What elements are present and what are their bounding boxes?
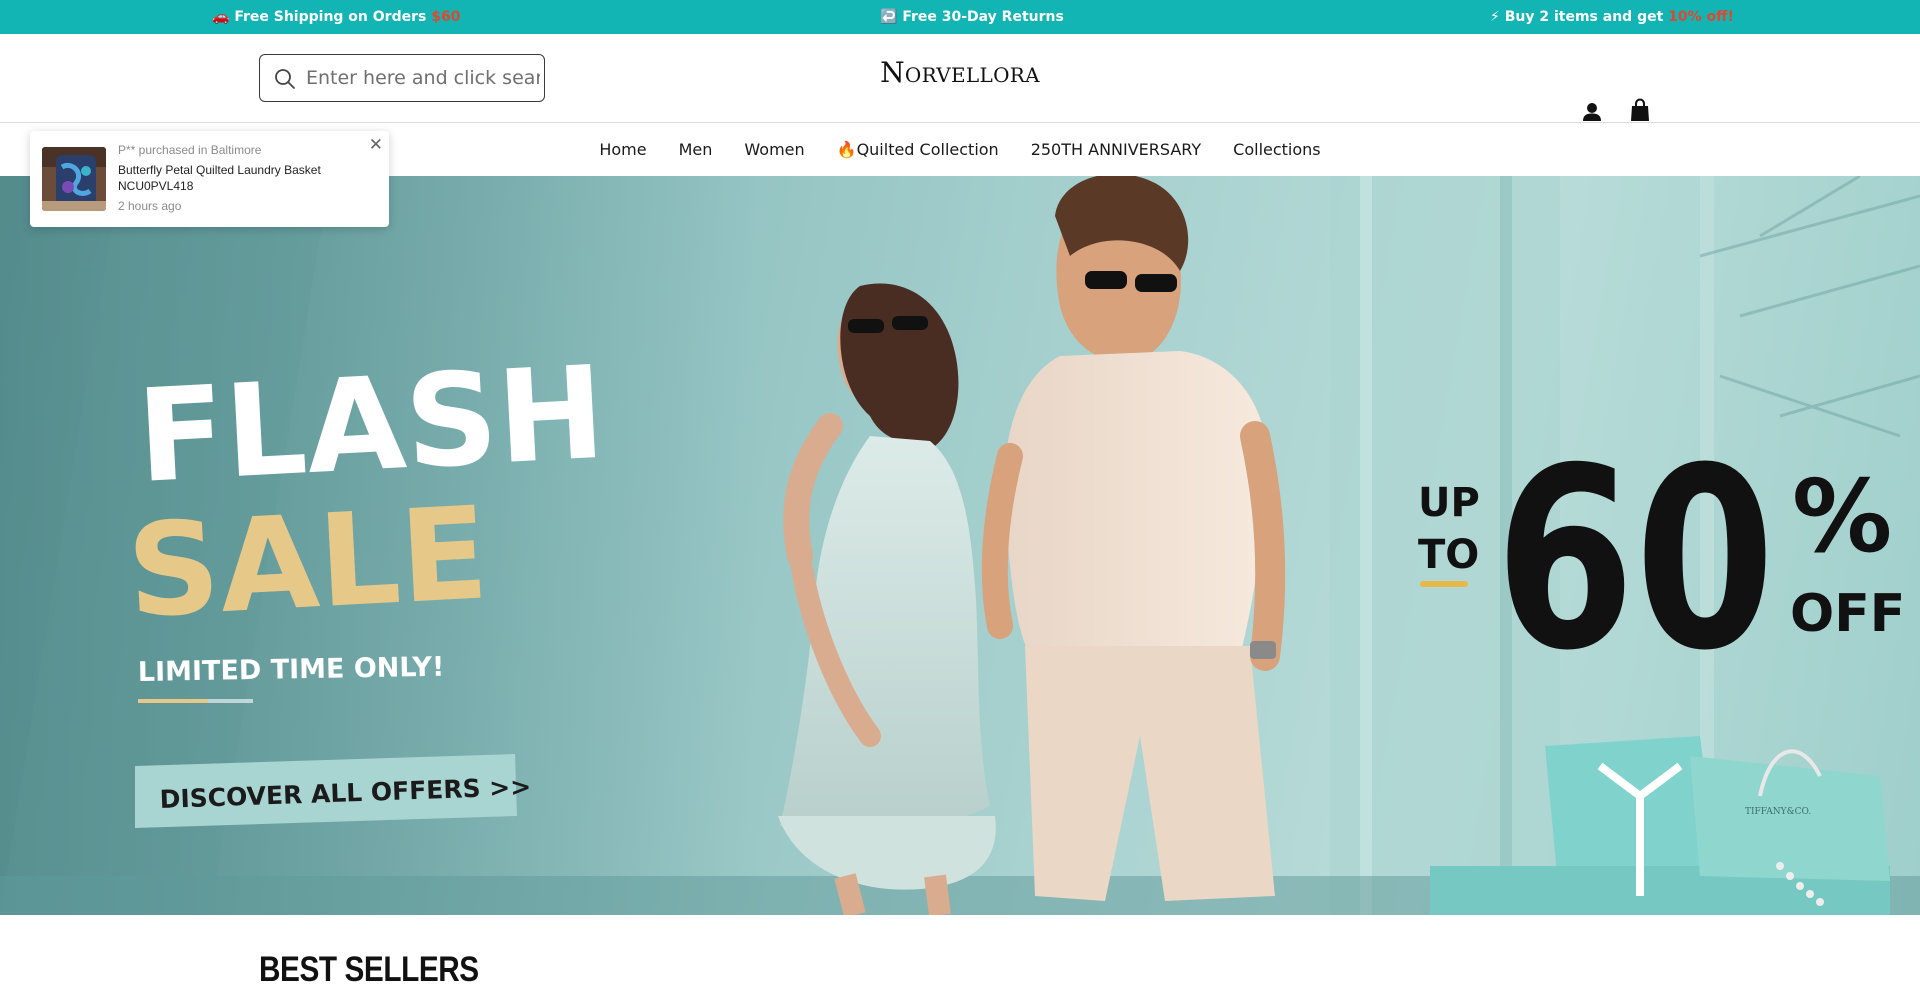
nav-item-men[interactable]: Men: [679, 140, 713, 159]
purchase-notification[interactable]: P** purchased in Baltimore Butterfly Pet…: [30, 131, 389, 227]
product-thumbnail[interactable]: [42, 147, 106, 211]
return-icon: ↩️: [880, 9, 898, 25]
hero-sale-text: SALE: [124, 479, 492, 647]
account-icon[interactable]: [1580, 100, 1604, 124]
nav-item-collections[interactable]: Collections: [1233, 140, 1320, 159]
returns-text: Free 30-Day Returns: [902, 9, 1064, 25]
hero-to-text: TO: [1418, 532, 1479, 578]
hero-illustration: TIFFANY&CO. FLASH SALE LIMITED TIME ONLY…: [0, 176, 1920, 915]
nav-item-women[interactable]: Women: [744, 140, 804, 159]
promo-text: Buy 2 items and get: [1504, 9, 1669, 25]
purchase-location: P** purchased in Baltimore: [118, 143, 262, 157]
shipping-amount: $60: [431, 9, 461, 25]
site-logo[interactable]: Norvellora: [0, 56, 1920, 89]
gift-bag-label: TIFFANY&CO.: [1745, 807, 1811, 817]
section-title: BEST SELLERS: [259, 950, 479, 989]
purchase-time: 2 hours ago: [118, 199, 182, 213]
nav-item-quilted-collection[interactable]: 🔥Quilted Collection: [837, 140, 999, 159]
car-icon: 🚗: [212, 9, 230, 25]
announcement-promo: ⚡ Buy 2 items and get 10% off!: [1490, 0, 1734, 34]
promo-discount: 10% off!: [1668, 9, 1734, 25]
announcement-bar: 🚗 Free Shipping on Orders $60 ↩️ Free 30…: [0, 0, 1920, 34]
hero-percent-value: 60: [1495, 414, 1775, 705]
shipping-text: Free Shipping on Orders: [234, 9, 432, 25]
purchase-product-name[interactable]: Butterfly Petal Quilted Laundry Basket N…: [118, 162, 358, 194]
hero-off-text: OFF: [1790, 584, 1905, 644]
hero-banner[interactable]: TIFFANY&CO. FLASH SALE LIMITED TIME ONLY…: [0, 176, 1920, 915]
hero-up-text: UP: [1418, 480, 1480, 526]
lightning-icon: ⚡: [1490, 9, 1500, 25]
cart-icon[interactable]: [1628, 98, 1652, 124]
hero-limited-text: LIMITED TIME ONLY!: [138, 652, 445, 688]
announcement-shipping: 🚗 Free Shipping on Orders $60: [212, 0, 460, 34]
nav-item-home[interactable]: Home: [599, 140, 646, 159]
nav-item-anniversary[interactable]: 250TH ANNIVERSARY: [1031, 140, 1201, 159]
close-icon[interactable]: ✕: [369, 135, 383, 155]
hero-percent-sign: %: [1792, 458, 1892, 575]
announcement-returns: ↩️ Free 30-Day Returns: [880, 0, 1064, 34]
